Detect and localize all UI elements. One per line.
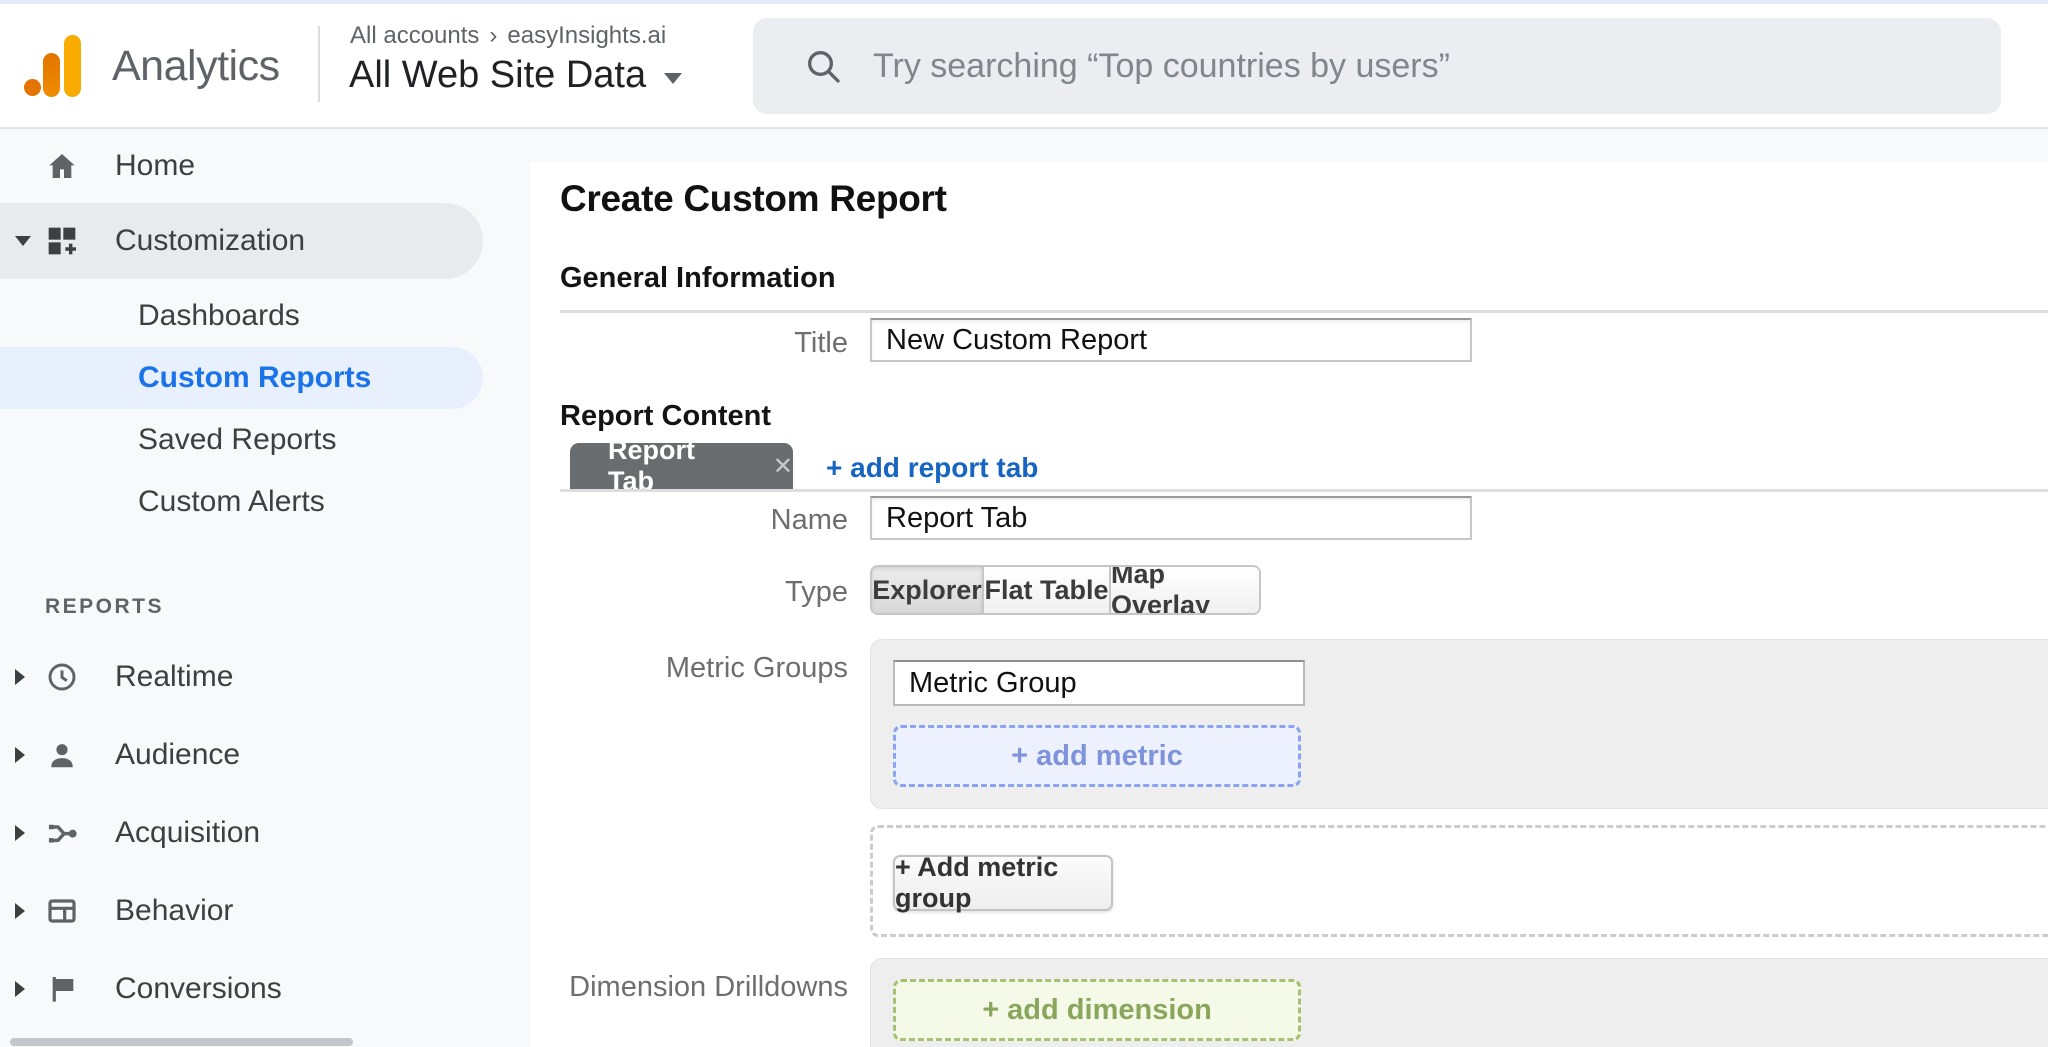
logo-bar-mid bbox=[43, 53, 60, 97]
top-accent-strip bbox=[0, 0, 2048, 4]
sidebar-item-conversions[interactable]: Conversions bbox=[0, 950, 530, 1028]
sidebar-item-custom-alerts[interactable]: Custom Alerts bbox=[0, 471, 530, 533]
metric-group-panel: + add metric bbox=[870, 639, 2048, 809]
search-icon bbox=[808, 51, 840, 83]
property-selector[interactable]: All Web Site Data bbox=[349, 54, 683, 97]
search-bar bbox=[753, 18, 2001, 114]
chevron-down-icon bbox=[15, 236, 31, 246]
home-icon bbox=[46, 150, 78, 182]
breadcrumb-account[interactable]: easyInsights.ai bbox=[507, 22, 666, 50]
sidebar-item-label: Customization bbox=[115, 224, 306, 257]
chevron-down-icon bbox=[664, 73, 683, 84]
title-label: Title bbox=[794, 327, 848, 359]
customization-icon bbox=[46, 225, 78, 257]
logo-bar-tall bbox=[64, 35, 81, 97]
sidebar-scrollbar[interactable] bbox=[10, 1038, 353, 1046]
clock-icon bbox=[46, 661, 78, 693]
tab-divider bbox=[560, 489, 2048, 492]
dimension-drilldowns-label: Dimension Drilldowns bbox=[569, 971, 848, 1003]
general-information-heading: General Information bbox=[560, 262, 836, 294]
name-input[interactable] bbox=[870, 496, 1472, 540]
app-header: Analytics All accounts › easyInsights.ai… bbox=[0, 0, 2048, 129]
page-title: Create Custom Report bbox=[560, 178, 947, 219]
title-input[interactable] bbox=[870, 318, 1472, 362]
chevron-right-icon bbox=[15, 981, 25, 997]
type-option-map-overlay[interactable]: Map Overlay bbox=[1111, 567, 1259, 613]
app-name: Analytics bbox=[112, 42, 280, 90]
metric-groups-label: Metric Groups bbox=[665, 652, 848, 684]
type-option-explorer[interactable]: Explorer bbox=[872, 567, 984, 613]
sidebar-item-audience[interactable]: Audience bbox=[0, 716, 530, 794]
section-divider bbox=[560, 310, 2048, 313]
type-option-flat-table[interactable]: Flat Table bbox=[984, 567, 1111, 613]
search-input[interactable] bbox=[871, 45, 1971, 87]
main-content: Create Custom Report General Information… bbox=[530, 162, 2048, 1047]
breadcrumb-all-accounts[interactable]: All accounts bbox=[350, 22, 479, 50]
metric-group-name-input[interactable] bbox=[893, 660, 1305, 706]
sidebar-item-realtime[interactable]: Realtime bbox=[0, 638, 530, 716]
chevron-right-icon bbox=[15, 669, 25, 685]
logo-dot bbox=[24, 79, 41, 96]
breadcrumb: All accounts › easyInsights.ai bbox=[350, 22, 666, 50]
sidebar-item-behavior[interactable]: Behavior bbox=[0, 872, 530, 950]
chevron-right-icon bbox=[15, 747, 25, 763]
content-area: Home Customization Dashboards Custom Rep… bbox=[0, 129, 2048, 1047]
person-icon bbox=[46, 739, 78, 771]
sidebar-item-dashboards[interactable]: Dashboards bbox=[0, 285, 530, 347]
flag-icon bbox=[46, 973, 78, 1005]
add-metric-group-container: + Add metric group bbox=[870, 825, 2048, 937]
sidebar-item-home[interactable]: Home bbox=[0, 129, 530, 203]
breadcrumb-separator: › bbox=[489, 22, 498, 49]
chevron-right-icon bbox=[15, 825, 25, 841]
sidebar: Home Customization Dashboards Custom Rep… bbox=[0, 129, 530, 1047]
layout-icon bbox=[46, 895, 78, 927]
add-metric-group-button[interactable]: + Add metric group bbox=[893, 852, 1113, 913]
name-label: Name bbox=[770, 504, 848, 536]
sidebar-item-saved-reports[interactable]: Saved Reports bbox=[0, 409, 530, 471]
report-content-heading: Report Content bbox=[560, 400, 772, 432]
analytics-logo[interactable] bbox=[24, 35, 82, 97]
header-divider bbox=[318, 26, 320, 102]
sidebar-item-customization[interactable]: Customization bbox=[0, 203, 530, 279]
type-label: Type bbox=[785, 576, 848, 608]
reports-section-label: REPORTS bbox=[45, 595, 165, 618]
chevron-right-icon bbox=[15, 903, 25, 919]
type-segmented-control: Explorer Flat Table Map Overlay bbox=[870, 565, 1261, 615]
add-report-tab-link[interactable]: + add report tab bbox=[826, 452, 1038, 484]
sidebar-item-label: Home bbox=[115, 149, 196, 182]
report-tab-chip-label: Report Tab bbox=[608, 435, 695, 496]
acquisition-icon bbox=[46, 817, 78, 849]
dimension-drilldowns-panel: + add dimension bbox=[870, 958, 2048, 1047]
sidebar-item-acquisition[interactable]: Acquisition bbox=[0, 794, 530, 872]
sidebar-item-custom-reports[interactable]: Custom Reports bbox=[0, 347, 530, 409]
add-metric-button[interactable]: + add metric bbox=[893, 725, 1301, 787]
property-selector-label: All Web Site Data bbox=[349, 54, 647, 96]
add-dimension-button[interactable]: + add dimension bbox=[893, 979, 1301, 1041]
report-tab-chip[interactable]: Report Tab ✕ bbox=[570, 435, 793, 496]
close-icon[interactable]: ✕ bbox=[773, 452, 793, 481]
